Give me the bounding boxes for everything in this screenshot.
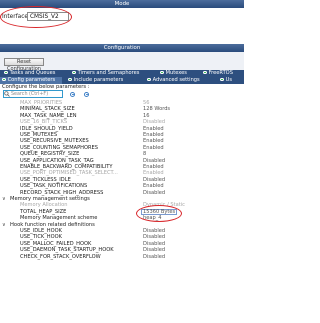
param-row[interactable]: CHECK_FOR_STACK_OVERFLOW Disabled <box>0 254 244 260</box>
configuration-header: Configuration <box>0 44 244 52</box>
tab-mutexes[interactable]: Mutexes <box>158 70 187 77</box>
status-dot-icon <box>68 77 72 82</box>
annotation-circle-interface <box>0 6 72 28</box>
tab-freertos[interactable]: FreeRTOS <box>201 70 233 77</box>
tab-advanced-settings[interactable]: Advanced settings <box>145 77 200 84</box>
status-dot-icon <box>72 70 76 75</box>
status-dot-icon <box>220 77 224 82</box>
tab-label: Advanced settings <box>152 77 200 83</box>
tab-label: Tasks and Queues <box>9 70 56 76</box>
tab-label: Config parameters <box>7 77 56 83</box>
tabs-row-2: Config parameters Include parameters Adv… <box>0 77 244 84</box>
tab-user-constants[interactable]: Us <box>218 77 232 84</box>
status-dot-icon <box>160 70 164 75</box>
status-dot-icon <box>203 70 207 75</box>
status-dot-icon <box>147 77 151 82</box>
search-placeholder: Search (Ctrl+F) <box>11 92 49 97</box>
configuration-header-title: Configuration <box>103 45 141 51</box>
status-dot-icon <box>4 70 8 75</box>
mode-header-title: Mode <box>114 1 130 7</box>
search-icon <box>4 91 10 97</box>
tab-label: FreeRTOS <box>208 70 233 76</box>
param-value: Disabled <box>143 253 166 260</box>
status-dot-icon <box>2 77 6 82</box>
search-input[interactable]: Search (Ctrl+F) <box>3 90 63 98</box>
tab-label: Us <box>225 77 232 83</box>
tab-timers-and-semaphores[interactable]: Timers and Semaphores <box>70 70 139 77</box>
tab-include-parameters[interactable]: Include parameters <box>66 77 123 84</box>
search-prev-icon[interactable] <box>70 91 75 97</box>
tab-label: Include parameters <box>73 77 124 83</box>
tab-config-parameters[interactable]: Config parameters <box>0 77 62 84</box>
search-next-icon[interactable] <box>84 91 89 97</box>
tabs-row-1: Tasks and Queues Timers and Semaphores M… <box>0 70 244 77</box>
param-name: CHECK_FOR_STACK_OVERFLOW <box>20 253 101 260</box>
annotation-circle-heap <box>136 205 182 222</box>
tab-tasks-and-queues[interactable]: Tasks and Queues <box>2 70 55 77</box>
tab-label: Timers and Semaphores <box>77 70 140 76</box>
reset-configuration-button[interactable]: Reset Configuration <box>4 58 44 72</box>
tab-label: Mutexes <box>165 70 187 76</box>
